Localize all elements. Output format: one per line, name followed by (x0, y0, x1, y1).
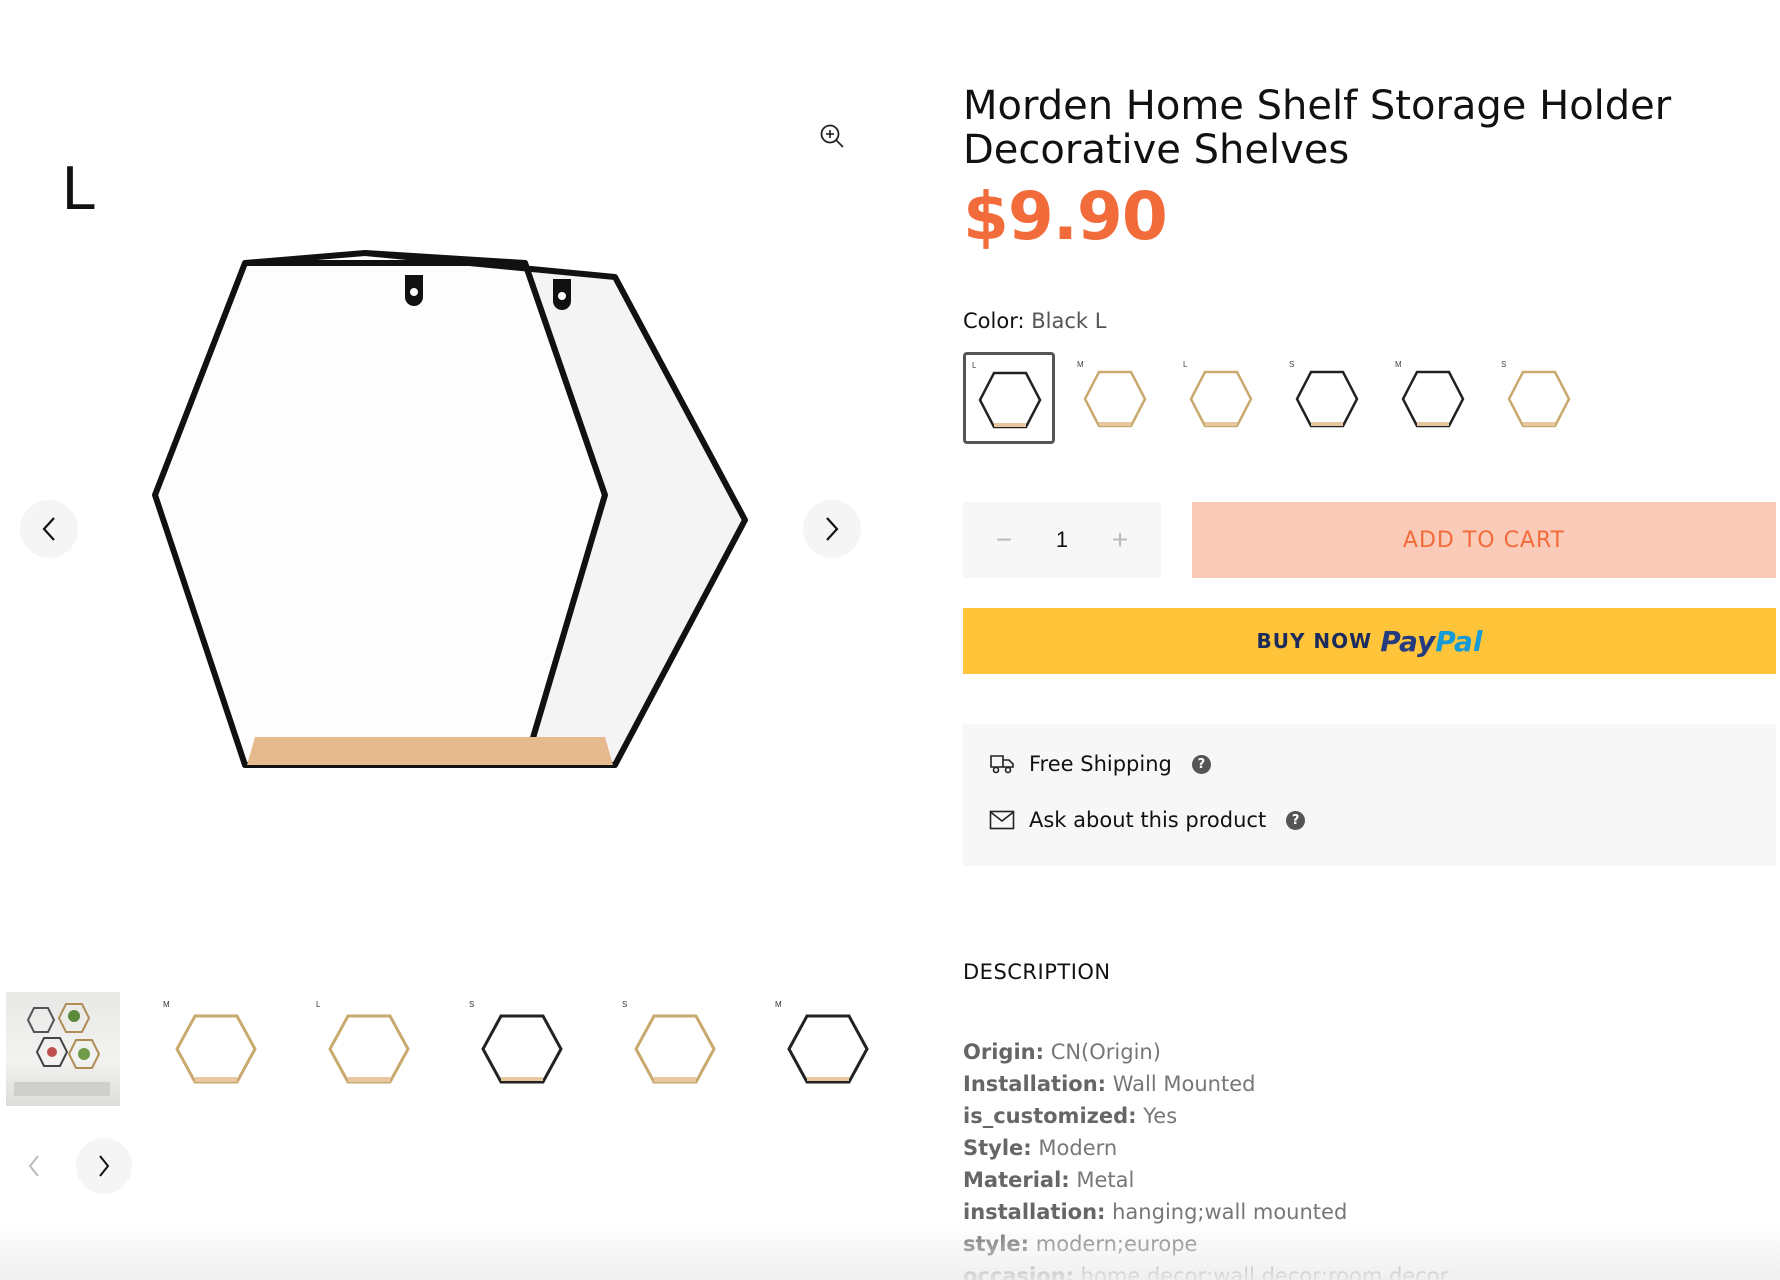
spec-row: Installation: Wall Mounted (963, 1072, 1256, 1096)
color-swatches: L M L S M S (963, 352, 1585, 444)
quantity-stepper: − 1 + (963, 502, 1161, 578)
help-icon[interactable]: ? (1191, 754, 1211, 774)
chevron-right-icon (99, 1155, 110, 1177)
thumbnails-next-button[interactable] (76, 1138, 132, 1194)
color-selector-label: Color: Black L (963, 309, 1106, 333)
add-to-cart-button[interactable]: ADD TO CART (1192, 502, 1776, 578)
thumbnail-size-label: M (775, 1000, 782, 1009)
swatch-black-l[interactable]: L (963, 352, 1055, 444)
hexagon-shelf-image (152, 250, 748, 768)
spec-row: style: modern;europe (963, 1232, 1198, 1256)
chevron-left-icon (28, 1155, 39, 1177)
help-icon[interactable]: ? (1286, 810, 1306, 830)
spec-row: is_customized: Yes (963, 1104, 1178, 1128)
quantity-value[interactable]: 1 (1056, 527, 1068, 553)
swatch-black-m[interactable]: M (1387, 352, 1479, 444)
paypal-buy-now-button[interactable]: BUY NOW PayPal (963, 608, 1776, 674)
description-heading: DESCRIPTION (963, 960, 1111, 984)
gallery-prev-button[interactable] (20, 500, 78, 558)
spec-row: Material: Metal (963, 1168, 1135, 1192)
zoom-in-icon[interactable] (816, 120, 848, 152)
thumbnail-size-label: M (163, 1000, 170, 1009)
buy-now-label: BUY NOW (1256, 629, 1373, 653)
spec-row: Style: Modern (963, 1136, 1118, 1160)
swatch-size-label: L (1183, 360, 1188, 369)
shipping-truck-icon (990, 755, 1014, 774)
free-shipping-row[interactable]: Free Shipping ? (989, 752, 1211, 776)
thumbnail-6[interactable]: M (771, 992, 885, 1106)
swatch-size-label: S (1501, 360, 1507, 369)
main-image-size-letter: L (62, 154, 97, 223)
product-gallery: L M L S S M (0, 0, 880, 1280)
thumbnail-size-label: L (316, 1000, 321, 1009)
swatch-gold-s[interactable]: S (1493, 352, 1585, 444)
swatch-black-s[interactable]: S (1281, 352, 1373, 444)
spec-row: Origin: CN(Origin) (963, 1040, 1161, 1064)
service-info-box: Free Shipping ? Ask about this product ? (963, 724, 1776, 866)
spec-row: occasion: home decor;wall decor;room dec… (963, 1264, 1449, 1280)
thumbnails-prev-button[interactable] (6, 1138, 62, 1194)
chevron-right-icon (826, 517, 839, 541)
color-value: Black L (1031, 309, 1107, 333)
swatch-gold-m[interactable]: M (1069, 352, 1161, 444)
thumbnail-2[interactable]: M (159, 992, 273, 1106)
swatch-gold-l[interactable]: L (1175, 352, 1267, 444)
free-shipping-label: Free Shipping (1029, 752, 1172, 776)
product-price: $9.90 (963, 178, 1168, 255)
swatch-size-label: L (972, 361, 977, 370)
swatch-size-label: S (1289, 360, 1295, 369)
ask-product-row[interactable]: Ask about this product ? (989, 808, 1306, 832)
chevron-left-icon (42, 517, 55, 541)
ask-product-label: Ask about this product (1029, 808, 1267, 832)
color-label: Color: (963, 309, 1025, 333)
thumbnail-5[interactable]: S (618, 992, 732, 1106)
gallery-next-button[interactable] (803, 500, 861, 558)
quantity-increase-button[interactable]: + (1105, 524, 1135, 556)
quantity-decrease-button[interactable]: − (989, 524, 1019, 556)
description-specs: Origin: CN(Origin) Installation: Wall Mo… (963, 1036, 1448, 1280)
thumbnail-strip: M L S S M (6, 992, 885, 1106)
thumbnail-1[interactable] (6, 992, 120, 1106)
spec-row: installation: hanging;wall mounted (963, 1200, 1348, 1224)
thumbnail-size-label: S (622, 1000, 628, 1009)
product-title: Morden Home Shelf Storage Holder Decorat… (963, 83, 1672, 173)
thumbnail-size-label: S (469, 1000, 475, 1009)
paypal-logo: PayPal (1380, 624, 1483, 658)
thumbnail-4[interactable]: S (465, 992, 579, 1106)
mail-icon (989, 810, 1015, 830)
thumbnail-3[interactable]: L (312, 992, 426, 1106)
